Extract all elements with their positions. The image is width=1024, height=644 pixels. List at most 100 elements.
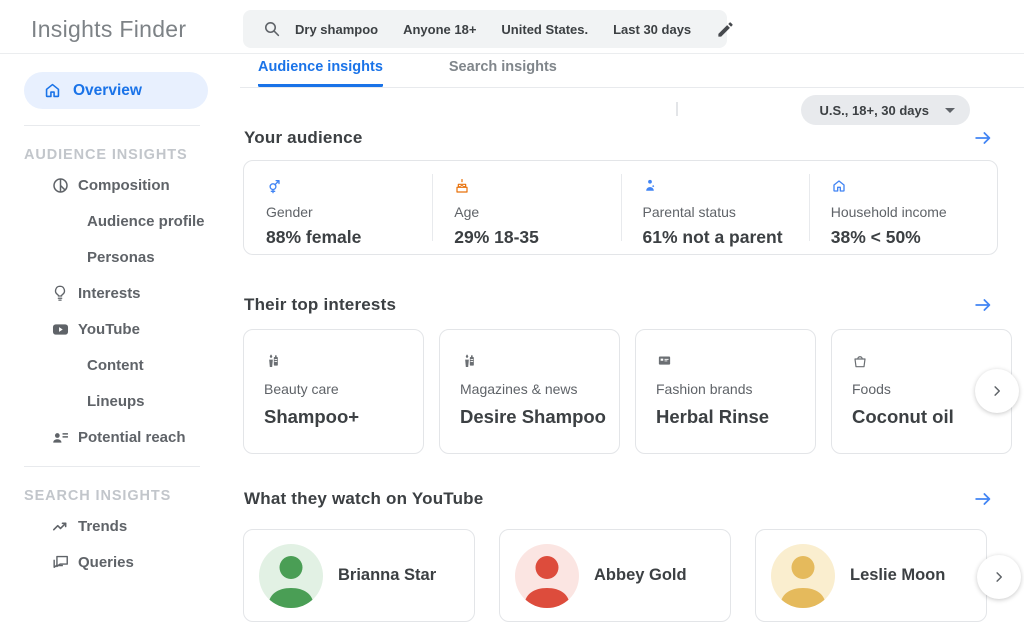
filter-chip-label: U.S., 18+, 30 days [820, 103, 929, 118]
pencil-icon[interactable] [716, 20, 735, 39]
stat-household-income: Household income 38% < 50% [809, 161, 997, 254]
interest-name: Desire Shampoo [460, 406, 619, 428]
channel-name: Abbey Gold [594, 566, 687, 585]
sidebar-item-audience-profile[interactable]: Audience profile [0, 203, 240, 239]
brand-card-icon [656, 353, 815, 369]
interest-category: Beauty care [264, 381, 423, 397]
sidebar-divider [24, 125, 200, 126]
gender-icon [266, 178, 432, 195]
sidebar-item-label: YouTube [78, 321, 140, 338]
sidebar-item-label: Content [87, 357, 144, 374]
search-summary-bar[interactable]: Dry shampoo Anyone 18+ United States. La… [243, 10, 727, 48]
youtube-watch-header: What they watch on YouTube [240, 487, 1024, 511]
stat-value: 61% not a parent [643, 227, 809, 248]
sidebar-item-label: Interests [78, 285, 141, 302]
interest-card-shampoo[interactable]: Beauty care Shampoo+ [243, 329, 424, 454]
pie-chart-icon [50, 175, 70, 195]
stat-parental-status: Parental status 61% not a parent [621, 161, 809, 254]
trending-up-icon [50, 516, 70, 536]
sidebar-item-youtube[interactable]: YouTube [0, 311, 240, 347]
youtube-channels-row: Brianna Star Abbey Gold Leslie Moon [243, 529, 1024, 622]
cosmetics-icon [460, 353, 619, 369]
filter-summary-chip[interactable]: U.S., 18+, 30 days [801, 95, 970, 125]
sidebar-item-composition[interactable]: Composition [0, 167, 240, 203]
sidebar-item-content[interactable]: Content [0, 347, 240, 383]
stat-value: 29% 18-35 [454, 227, 620, 248]
interest-card-desire-shampoo[interactable]: Magazines & news Desire Shampoo [439, 329, 620, 454]
sidebar-item-trends[interactable]: Trends [0, 508, 240, 544]
sidebar-item-potential-reach[interactable]: Potential reach [0, 419, 240, 455]
channel-name: Brianna Star [338, 566, 436, 585]
section-title: Your audience [244, 128, 362, 148]
channel-name: Leslie Moon [850, 566, 945, 585]
sidebar-section-header-search: SEARCH INSIGHTS [24, 488, 240, 504]
top-bar: Insights Finder Dry shampoo Anyone 18+ U… [0, 0, 1024, 54]
search-daterange-filter[interactable]: Last 30 days [613, 22, 691, 37]
sidebar-item-label: Trends [78, 518, 127, 535]
audience-stats-card: Gender 88% female Age 29% 18-35 Parental… [243, 160, 998, 255]
chat-icon [50, 552, 70, 572]
search-query[interactable]: Dry shampoo [295, 22, 378, 37]
youtube-icon [50, 319, 70, 339]
cosmetics-icon [264, 353, 423, 369]
cursor-tick [676, 102, 678, 116]
sidebar-item-label: Potential reach [78, 429, 186, 446]
section-title: What they watch on YouTube [244, 489, 483, 509]
tab-audience-insights[interactable]: Audience insights [258, 59, 383, 87]
stat-label: Gender [266, 204, 432, 220]
basket-icon [852, 353, 1011, 369]
sidebar-item-label: Lineups [87, 393, 145, 410]
main-panel: Audience insights Search insights U.S., … [240, 54, 1024, 644]
channel-card-abbey-gold[interactable]: Abbey Gold [499, 529, 731, 622]
sidebar: Overview AUDIENCE INSIGHTS Composition A… [0, 54, 240, 644]
sidebar-item-personas[interactable]: Personas [0, 239, 240, 275]
scroll-right-button[interactable] [977, 555, 1021, 599]
stat-label: Parental status [643, 204, 809, 220]
sidebar-item-label: Composition [78, 177, 170, 194]
channel-card-brianna-star[interactable]: Brianna Star [243, 529, 475, 622]
sidebar-item-label: Personas [87, 249, 155, 266]
avatar [259, 544, 323, 608]
chevron-right-icon [988, 382, 1006, 400]
interest-card-herbal-rinse[interactable]: Fashion brands Herbal Rinse [635, 329, 816, 454]
stat-value: 88% female [266, 227, 432, 248]
sidebar-item-label: Queries [78, 554, 134, 571]
arrow-right-icon[interactable] [972, 488, 994, 510]
stat-label: Age [454, 204, 620, 220]
channel-card-leslie-moon[interactable]: Leslie Moon [755, 529, 987, 622]
sidebar-item-overview[interactable]: Overview [24, 72, 208, 109]
search-icon [263, 20, 281, 38]
scroll-right-button[interactable] [975, 369, 1019, 413]
interest-name: Shampoo+ [264, 406, 423, 428]
caret-down-icon [945, 108, 955, 113]
arrow-right-icon[interactable] [972, 127, 994, 149]
lightbulb-icon [50, 283, 70, 303]
top-interests-row: Beauty care Shampoo+ Magazines & news De… [243, 329, 1024, 454]
sidebar-item-lineups[interactable]: Lineups [0, 383, 240, 419]
your-audience-header: Your audience [240, 126, 1024, 150]
chevron-right-icon [990, 568, 1008, 586]
house-icon [831, 178, 997, 195]
search-audience-filter[interactable]: Anyone 18+ [403, 22, 476, 37]
tab-bar: Audience insights Search insights [240, 54, 1024, 88]
sidebar-item-label: Overview [73, 82, 142, 100]
interest-name: Herbal Rinse [656, 406, 815, 428]
tab-search-insights[interactable]: Search insights [449, 59, 557, 87]
parent-icon [643, 178, 809, 195]
sidebar-section-header-audience: AUDIENCE INSIGHTS [24, 147, 240, 163]
avatar [515, 544, 579, 608]
sidebar-item-interests[interactable]: Interests [0, 275, 240, 311]
cake-icon [454, 178, 620, 195]
avatar [771, 544, 835, 608]
stat-value: 38% < 50% [831, 227, 997, 248]
arrow-right-icon[interactable] [972, 294, 994, 316]
home-icon [43, 81, 62, 100]
search-location-filter[interactable]: United States. [501, 22, 588, 37]
people-list-icon [50, 427, 70, 447]
sidebar-item-queries[interactable]: Queries [0, 544, 240, 580]
interest-category: Fashion brands [656, 381, 815, 397]
stat-age: Age 29% 18-35 [432, 161, 620, 254]
stat-gender: Gender 88% female [244, 161, 432, 254]
sidebar-item-label: Audience profile [87, 213, 205, 230]
app-title: Insights Finder [31, 16, 186, 43]
